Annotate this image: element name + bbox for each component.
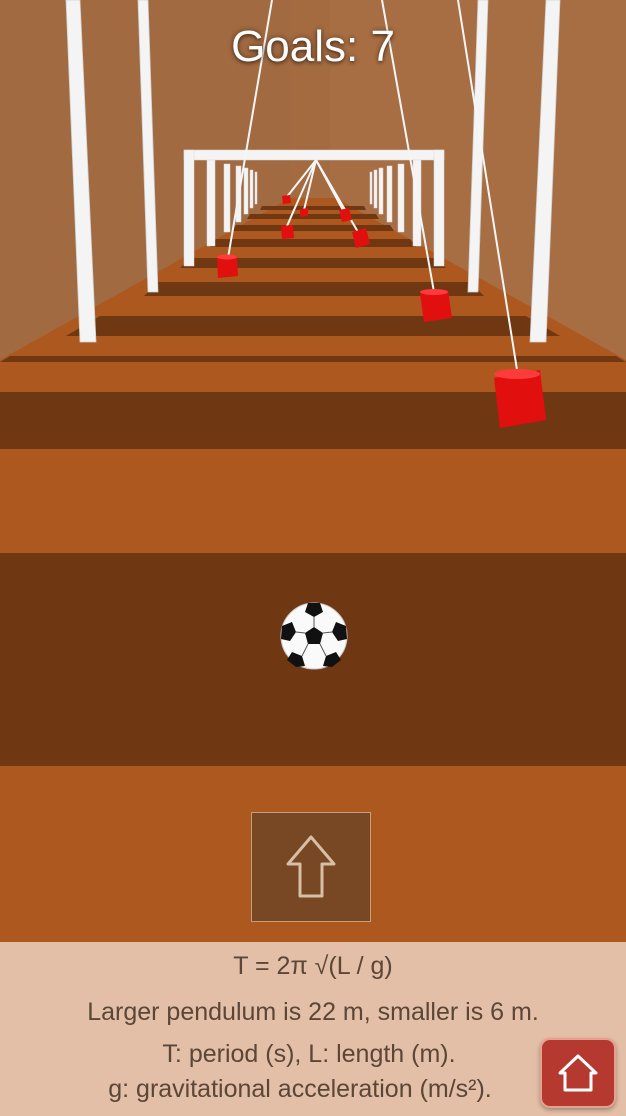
info-panel: T = 2π √(L / g) Larger pendulum is 22 m,… [0,942,626,1116]
game-view[interactable]: Goals: 7 [0,0,626,942]
jump-button[interactable] [251,812,371,922]
pendulum-bob [282,195,291,204]
pendulum-bob [281,225,294,239]
pendulum-formula: T = 2π √(L / g) [233,952,393,980]
pendulum-bob [217,254,238,278]
pendulum-bob [420,289,452,322]
home-icon [558,1054,598,1092]
pendulum-bob [300,208,308,217]
corridor-scene [0,0,626,942]
pendulum-bob [494,369,546,428]
home-button[interactable] [540,1038,616,1108]
soccer-ball [280,602,348,670]
up-arrow-icon [286,835,336,898]
pendulum-lengths-text: Larger pendulum is 22 m, smaller is 6 m. [87,998,539,1026]
goals-counter: Goals: 7 [231,22,395,71]
variables-definition-text: T: period (s), L: length (m). [162,1040,456,1068]
gravity-definition-text: g: gravitational acceleration (m/s²). [108,1075,492,1103]
